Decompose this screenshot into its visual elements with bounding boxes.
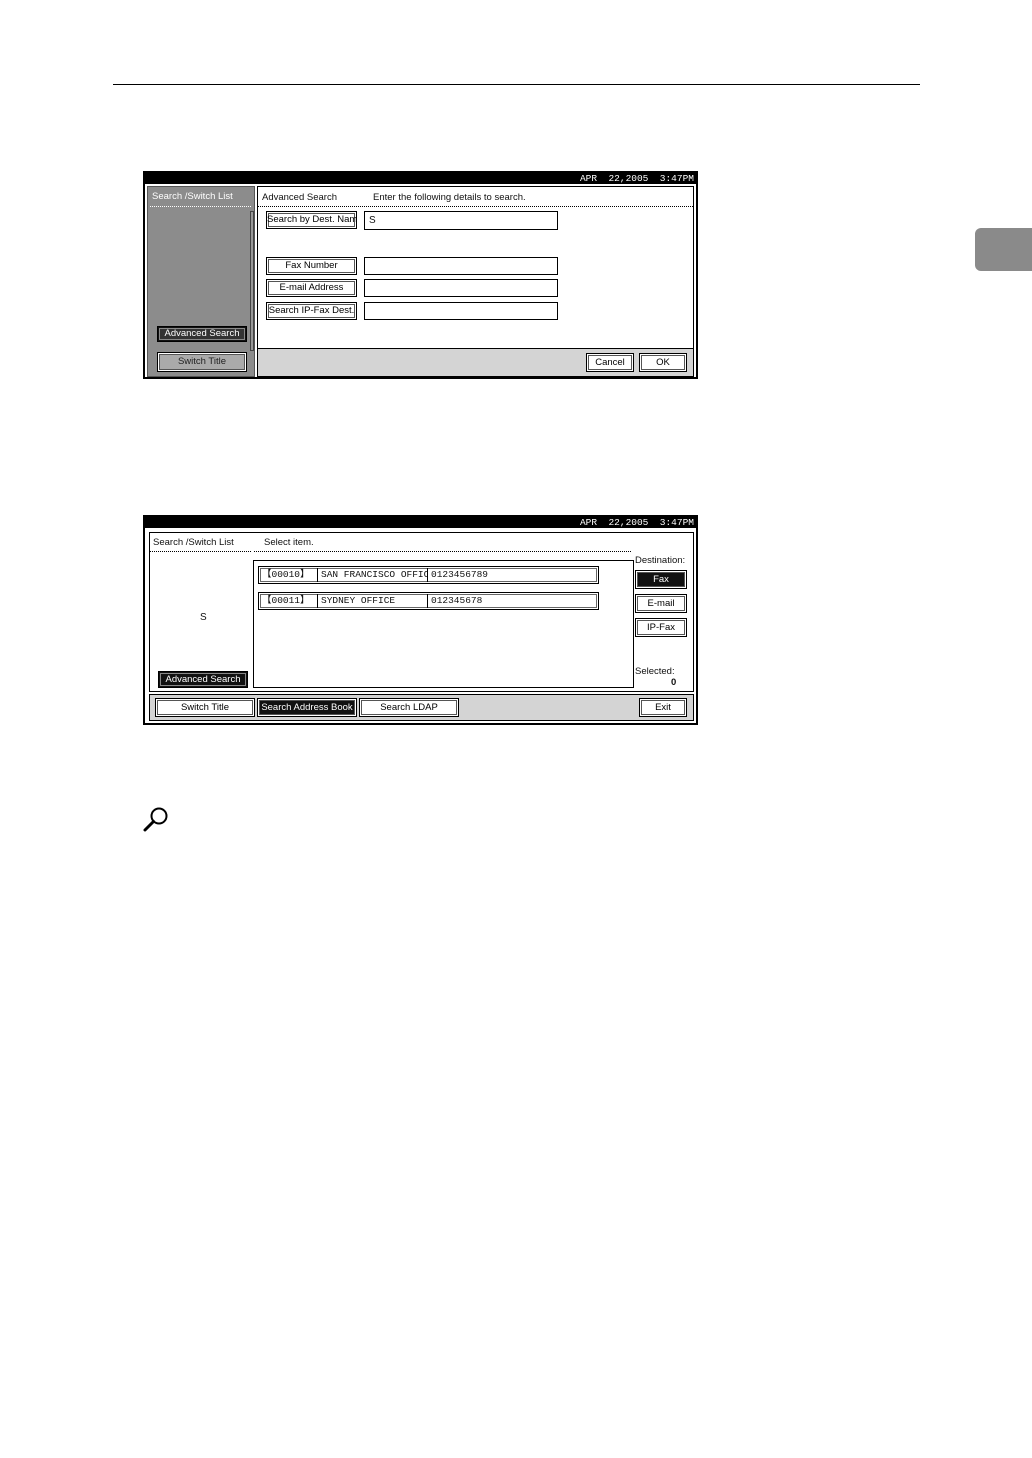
search-address-book-button[interactable]: Search Address Book	[257, 698, 357, 717]
results-frame: Search /Switch List Select item. S 【0001…	[149, 532, 694, 692]
status-bar-datetime: APR 22,2005 3:47PM	[145, 173, 696, 184]
left-panel: Search /Switch List Advanced Search Swit…	[147, 186, 255, 377]
switch-title-button[interactable]: Switch Title	[155, 698, 255, 717]
search-form-area: Advanced Search Enter the following deta…	[257, 186, 694, 377]
page-header-rule	[113, 84, 920, 85]
status-bar-datetime: APR 22,2005 3:47PM	[145, 517, 696, 528]
exit-button[interactable]: Exit	[639, 698, 687, 717]
left-title-divider	[150, 551, 252, 552]
result-number: 012345678	[431, 595, 483, 606]
selected-label: Selected:	[635, 666, 675, 677]
selected-count: 0	[671, 677, 677, 688]
result-name: SYDNEY OFFICE	[321, 595, 396, 606]
form-header-divider	[258, 206, 693, 207]
ok-button[interactable]: OK	[639, 353, 687, 372]
email-address-input[interactable]	[364, 279, 558, 297]
ipfax-dest-input[interactable]	[364, 302, 558, 320]
search-key-value: S	[200, 612, 207, 623]
search-results-screen: APR 22,2005 3:47PM Search /Switch List S…	[143, 515, 698, 725]
result-row[interactable]: 【00011】 SYDNEY OFFICE 012345678	[258, 592, 599, 610]
header-divider	[254, 551, 632, 552]
search-ipfax-dest-button[interactable]: Search IP-Fax Dest.	[266, 302, 357, 320]
search-by-dest-name-button[interactable]: Search by Dest. Name	[266, 211, 357, 229]
dest-type-email-button[interactable]: E-mail	[635, 594, 687, 613]
search-ldap-button[interactable]: Search LDAP	[359, 698, 459, 717]
advanced-search-screen: APR 22,2005 3:47PM Search /Switch List A…	[143, 171, 698, 379]
fax-number-input[interactable]	[364, 257, 558, 275]
left-panel-title: Search /Switch List	[152, 191, 233, 202]
dest-type-ipfax-button[interactable]: IP-Fax	[635, 618, 687, 637]
form-instruction: Enter the following details to search.	[373, 192, 526, 203]
email-address-button[interactable]: E-mail Address	[266, 279, 357, 297]
select-item-instruction: Select item.	[264, 537, 314, 548]
scrollbar-track	[250, 211, 254, 351]
left-panel-title: Search /Switch List	[153, 537, 234, 548]
divider	[150, 206, 252, 207]
result-id: 【00010】	[262, 569, 310, 580]
form-title: Advanced Search	[262, 192, 337, 203]
destination-label: Destination:	[635, 555, 686, 566]
switch-title-button[interactable]: Switch Title	[157, 352, 247, 372]
chapter-tab	[975, 228, 1032, 271]
cancel-button[interactable]: Cancel	[586, 353, 634, 372]
dest-type-fax-button[interactable]: Fax	[635, 570, 687, 589]
result-row[interactable]: 【00010】 SAN FRANCISCO OFFICE 0123456789	[258, 566, 599, 584]
result-id: 【00011】	[262, 595, 310, 606]
fax-number-button[interactable]: Fax Number	[266, 257, 357, 275]
advanced-search-button[interactable]: Advanced Search	[157, 326, 247, 342]
result-number: 0123456789	[431, 569, 489, 580]
magnifier-icon	[143, 807, 168, 832]
dest-name-input[interactable]: S	[364, 211, 558, 230]
results-list: 【00010】 SAN FRANCISCO OFFICE 0123456789 …	[253, 560, 634, 688]
result-name: SAN FRANCISCO OFFICE	[321, 569, 427, 580]
advanced-search-button[interactable]: Advanced Search	[158, 671, 248, 688]
